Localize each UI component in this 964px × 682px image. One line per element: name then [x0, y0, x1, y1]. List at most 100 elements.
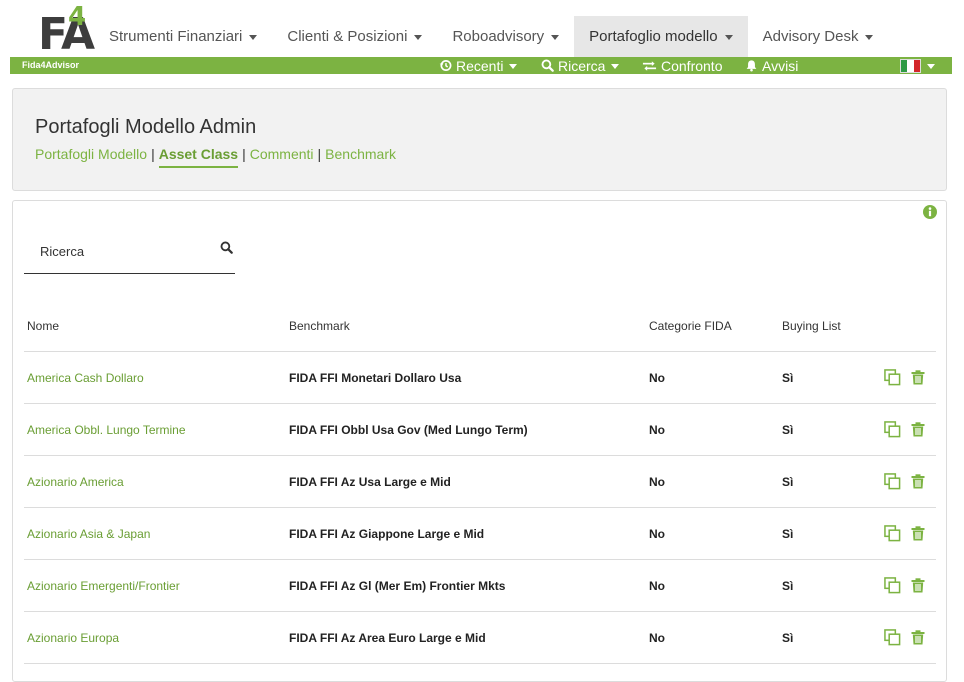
- row-name-link[interactable]: Azionario America: [24, 455, 286, 508]
- menu-clienti-posizioni[interactable]: Clienti & Posizioni: [272, 16, 437, 57]
- exchange-icon: [642, 60, 657, 71]
- page-title: Portafogli Modello Admin: [35, 116, 257, 138]
- secondary-toolbar: Fida4Advisor Recenti Ricerca Confronto A…: [10, 57, 952, 74]
- trash-icon[interactable]: [911, 474, 925, 489]
- separator: |: [151, 146, 155, 162]
- col-header-buying-list[interactable]: Buying List: [779, 301, 859, 352]
- col-header-nome[interactable]: Nome: [24, 301, 286, 352]
- tab-benchmark[interactable]: Benchmark: [325, 146, 396, 168]
- row-actions: [859, 507, 936, 560]
- row-categorie-fida: No: [646, 507, 779, 560]
- separator: |: [317, 146, 322, 162]
- copy-icon[interactable]: [884, 629, 901, 646]
- trash-icon[interactable]: [911, 578, 925, 593]
- row-buying-list: Sì: [779, 403, 859, 456]
- table-row: America Obbl. Lungo Termine FIDA FFI Obb…: [24, 403, 936, 456]
- row-actions: [859, 455, 936, 508]
- row-categorie-fida: No: [646, 559, 779, 612]
- col-header-benchmark[interactable]: Benchmark: [286, 301, 646, 352]
- row-categorie-fida: No: [646, 403, 779, 456]
- bell-icon: [746, 60, 757, 72]
- trash-icon[interactable]: [911, 422, 925, 437]
- caret-down-icon: [927, 64, 935, 69]
- confronto-label: Confronto: [661, 57, 723, 74]
- row-name-link[interactable]: America Obbl. Lungo Termine: [24, 403, 286, 456]
- table-row: Azionario Asia & Japan FIDA FFI Az Giapp…: [24, 507, 936, 560]
- trash-icon[interactable]: [911, 370, 925, 385]
- avvisi-label: Avvisi: [762, 57, 799, 74]
- search-box: [24, 231, 235, 274]
- row-benchmark: FIDA FFI Az Giappone Large e Mid: [286, 507, 646, 560]
- caret-down-icon: [414, 35, 423, 40]
- copy-icon[interactable]: [884, 421, 901, 438]
- row-benchmark: FIDA FFI Obbl Usa Gov (Med Lungo Term): [286, 403, 646, 456]
- row-buying-list: Sì: [779, 351, 859, 404]
- menu-label: Roboadvisory: [452, 28, 545, 45]
- asset-class-table: Nome Benchmark Categorie FIDA Buying Lis…: [24, 301, 936, 664]
- row-categorie-fida: No: [646, 455, 779, 508]
- table-row: America Cash Dollaro FIDA FFI Monetari D…: [24, 351, 936, 404]
- row-name-link[interactable]: Azionario Asia & Japan: [24, 507, 286, 560]
- menu-label: Clienti & Posizioni: [287, 28, 408, 45]
- menu-label: Strumenti Finanziari: [109, 28, 243, 45]
- recenti-label: Recenti: [456, 57, 504, 74]
- row-name-link[interactable]: Azionario Europa: [24, 611, 286, 664]
- caret-down-icon: [724, 35, 733, 40]
- copy-icon[interactable]: [884, 525, 901, 542]
- row-benchmark: FIDA FFI Az Gl (Mer Em) Frontier Mkts: [286, 559, 646, 612]
- row-buying-list: Sì: [779, 611, 859, 664]
- menu-strumenti-finanziari[interactable]: Strumenti Finanziari: [94, 16, 272, 57]
- row-name-link[interactable]: America Cash Dollaro: [24, 351, 286, 404]
- copy-icon[interactable]: [884, 369, 901, 386]
- row-benchmark: FIDA FFI Az Usa Large e Mid: [286, 455, 646, 508]
- admin-subnav: Portafogli Modello | Asset Class | Comme…: [35, 146, 396, 168]
- table-row: Azionario Europa FIDA FFI Az Area Euro L…: [24, 611, 936, 664]
- menu-roboadvisory[interactable]: Roboadvisory: [437, 16, 574, 57]
- logo-accent-text: 4: [68, 2, 87, 32]
- caret-down-icon: [509, 64, 518, 69]
- row-buying-list: Sì: [779, 559, 859, 612]
- row-actions: [859, 611, 936, 664]
- search-icon[interactable]: [220, 241, 233, 254]
- language-dropdown[interactable]: [900, 57, 935, 74]
- menu-portafoglio-modello[interactable]: Portafoglio modello: [574, 16, 748, 57]
- table-header-row: Nome Benchmark Categorie FIDA Buying Lis…: [24, 301, 936, 352]
- search-input[interactable]: [24, 231, 220, 271]
- tab-portafogli-modello[interactable]: Portafogli Modello: [35, 146, 147, 168]
- main-menu: Strumenti Finanziari Clienti & Posizioni…: [94, 16, 888, 57]
- col-header-actions: [859, 301, 936, 352]
- row-actions: [859, 403, 936, 456]
- row-benchmark: FIDA FFI Az Area Euro Large e Mid: [286, 611, 646, 664]
- separator: |: [242, 146, 246, 162]
- caret-down-icon: [611, 64, 620, 69]
- tab-commenti[interactable]: Commenti: [250, 146, 314, 168]
- top-navbar: FA 4 Strumenti Finanziari Clienti & Posi…: [0, 0, 964, 60]
- row-categorie-fida: No: [646, 351, 779, 404]
- col-header-categorie-fida[interactable]: Categorie FIDA: [646, 301, 779, 352]
- page-header-panel: Portafogli Modello Admin Portafogli Mode…: [12, 88, 947, 191]
- row-benchmark: FIDA FFI Monetari Dollaro Usa: [286, 351, 646, 404]
- row-name-link[interactable]: Azionario Emergenti/Frontier: [24, 559, 286, 612]
- row-buying-list: Sì: [779, 455, 859, 508]
- italy-flag-icon: [900, 58, 921, 73]
- info-icon[interactable]: [923, 205, 937, 219]
- copy-icon[interactable]: [884, 577, 901, 594]
- ricerca-label: Ricerca: [558, 57, 606, 74]
- menu-label: Advisory Desk: [762, 28, 859, 45]
- confronto-button[interactable]: Confronto: [642, 57, 722, 74]
- caret-down-icon: [551, 35, 560, 40]
- trash-icon[interactable]: [911, 526, 925, 541]
- trash-icon[interactable]: [911, 630, 925, 645]
- menu-advisory-desk[interactable]: Advisory Desk: [748, 16, 889, 57]
- caret-down-icon: [865, 35, 874, 40]
- table-row: Azionario Emergenti/Frontier FIDA FFI Az…: [24, 559, 936, 612]
- recenti-dropdown[interactable]: Recenti: [439, 57, 518, 74]
- avvisi-button[interactable]: Avvisi: [745, 57, 798, 74]
- row-actions: [859, 559, 936, 612]
- f4a-logo[interactable]: FA 4: [18, 2, 95, 60]
- menu-label: Portafoglio modello: [589, 28, 718, 45]
- ricerca-dropdown[interactable]: Ricerca: [541, 57, 620, 74]
- copy-icon[interactable]: [884, 473, 901, 490]
- history-icon: [439, 60, 452, 71]
- tab-asset-class[interactable]: Asset Class: [158, 146, 239, 168]
